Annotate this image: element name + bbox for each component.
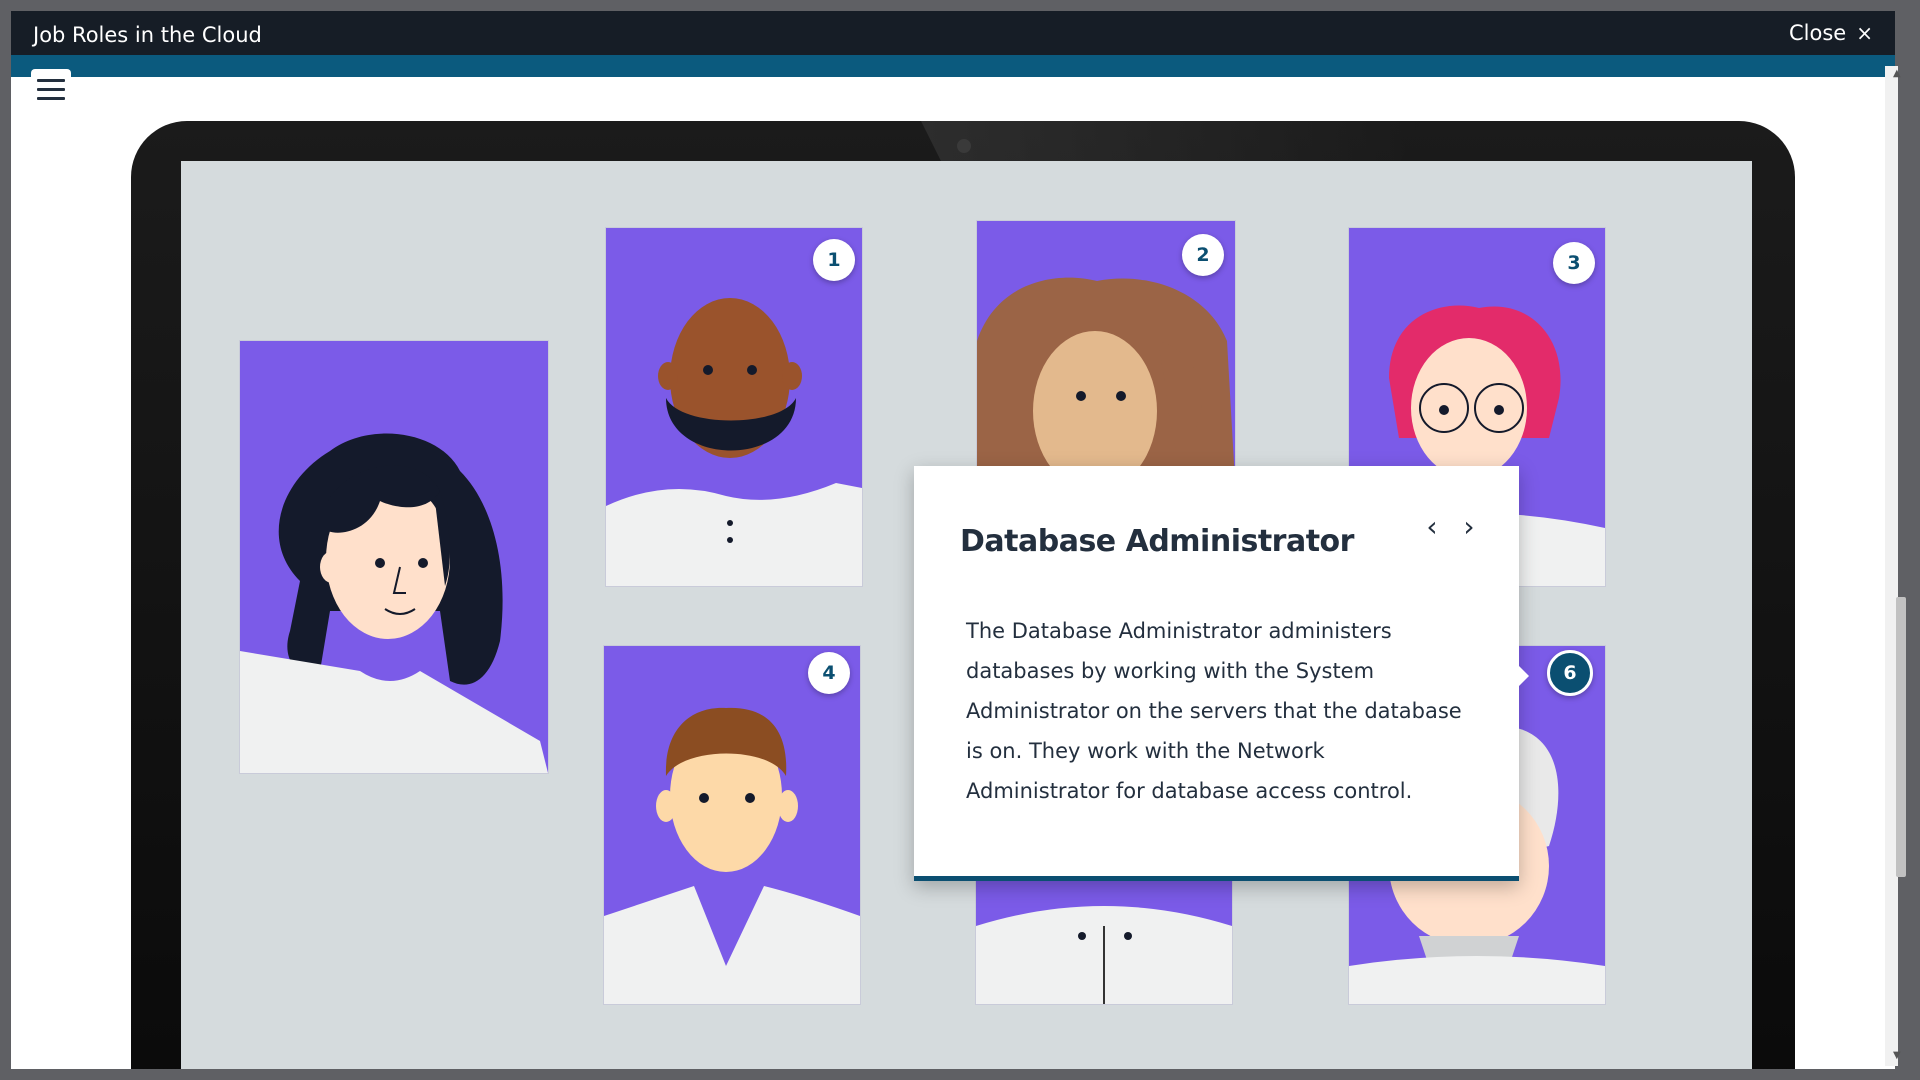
scrollbar-thumb[interactable] bbox=[1896, 597, 1906, 877]
badge-1[interactable]: 1 bbox=[813, 239, 855, 281]
portrait-main bbox=[239, 340, 549, 774]
camera-icon bbox=[957, 139, 971, 153]
badge-2[interactable]: 2 bbox=[1182, 234, 1224, 276]
scrollbar-track[interactable] bbox=[1885, 66, 1898, 1066]
window-title: Job Roles in the Cloud bbox=[33, 23, 262, 47]
portrait-card-1[interactable] bbox=[605, 227, 863, 587]
man-brown-hair-illustration bbox=[604, 707, 860, 1004]
woman-dark-hair-illustration bbox=[240, 433, 548, 773]
hamburger-icon-line bbox=[37, 88, 65, 91]
scroll-down-arrow-icon[interactable]: ▼ bbox=[1893, 1050, 1901, 1061]
popup-pointer bbox=[1519, 666, 1529, 686]
close-button[interactable]: Close × bbox=[1789, 21, 1873, 45]
close-label: Close bbox=[1789, 21, 1847, 45]
hamburger-icon-line bbox=[37, 97, 65, 100]
scroll-up-arrow-icon[interactable]: ▲ bbox=[1893, 68, 1901, 79]
accent-strip bbox=[11, 55, 1895, 77]
popup-description: The Database Administrator administers d… bbox=[966, 619, 1462, 803]
badge-6-active[interactable]: 6 bbox=[1547, 650, 1593, 696]
next-arrow-icon[interactable]: › bbox=[1454, 512, 1484, 542]
portrait-card-4[interactable] bbox=[603, 645, 861, 1005]
badge-4[interactable]: 4 bbox=[808, 652, 850, 694]
detail-popup: Database Administrator ‹ › The Database … bbox=[914, 466, 1529, 881]
prev-arrow-icon[interactable]: ‹ bbox=[1417, 512, 1447, 542]
hamburger-icon bbox=[37, 79, 65, 82]
menu-button[interactable] bbox=[31, 69, 71, 109]
badge-3[interactable]: 3 bbox=[1553, 242, 1595, 284]
title-bar: Job Roles in the Cloud Close × bbox=[11, 11, 1895, 55]
app-window: Job Roles in the Cloud Close × 1 2 3 4 6… bbox=[11, 11, 1895, 1069]
popup-title: Database Administrator bbox=[960, 524, 1354, 559]
laptop-notch bbox=[921, 121, 1421, 161]
man-beard-illustration bbox=[606, 298, 862, 586]
close-icon: × bbox=[1856, 21, 1873, 45]
